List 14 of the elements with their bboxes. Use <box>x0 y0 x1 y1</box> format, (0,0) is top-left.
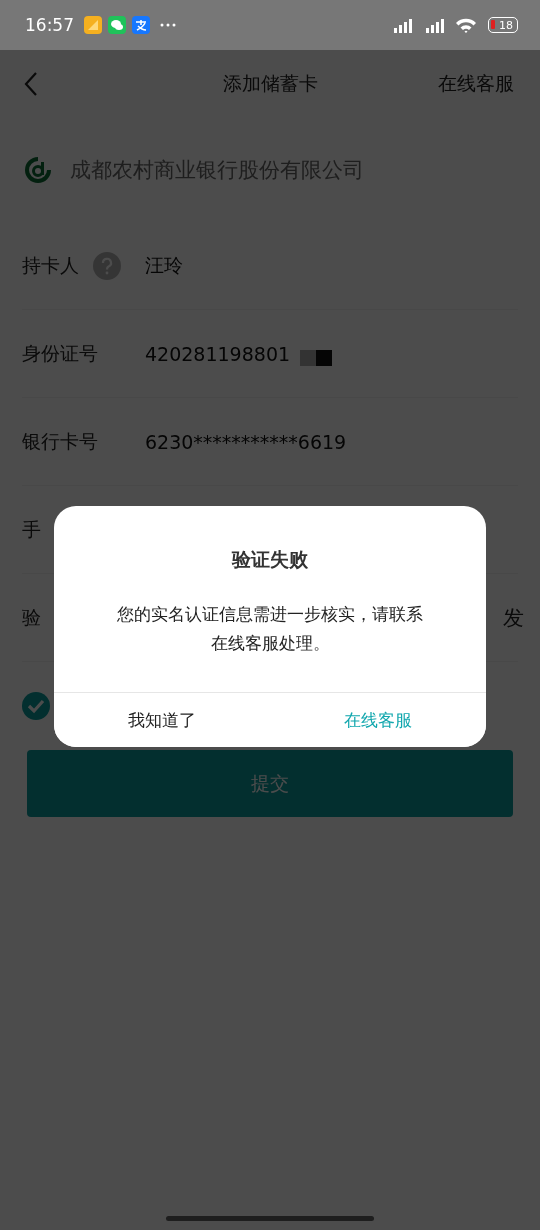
field-value: 汪玲 <box>145 252 183 278</box>
field-label: 持卡人 <box>22 252 79 278</box>
field-label: 验 <box>22 604 41 630</box>
page-title: 添加储蓄卡 <box>222 71 318 96</box>
status-time: 16:57 <box>25 15 74 35</box>
customer-service-link[interactable]: 在线客服 <box>438 71 514 97</box>
field-value: 420281198801 <box>145 342 291 365</box>
field-label: 身份证号 <box>22 340 98 366</box>
field-value: 6230***********6619 <box>145 430 347 453</box>
dialog-title: 验证失败 <box>232 547 308 572</box>
battery-level: 18 <box>499 18 513 32</box>
dialog-message: 您的实名认证信息需进一步核实，请联系在线客服处理。 <box>116 604 424 655</box>
field-label: 银行卡号 <box>22 428 98 454</box>
field-label: 手 <box>22 516 41 542</box>
